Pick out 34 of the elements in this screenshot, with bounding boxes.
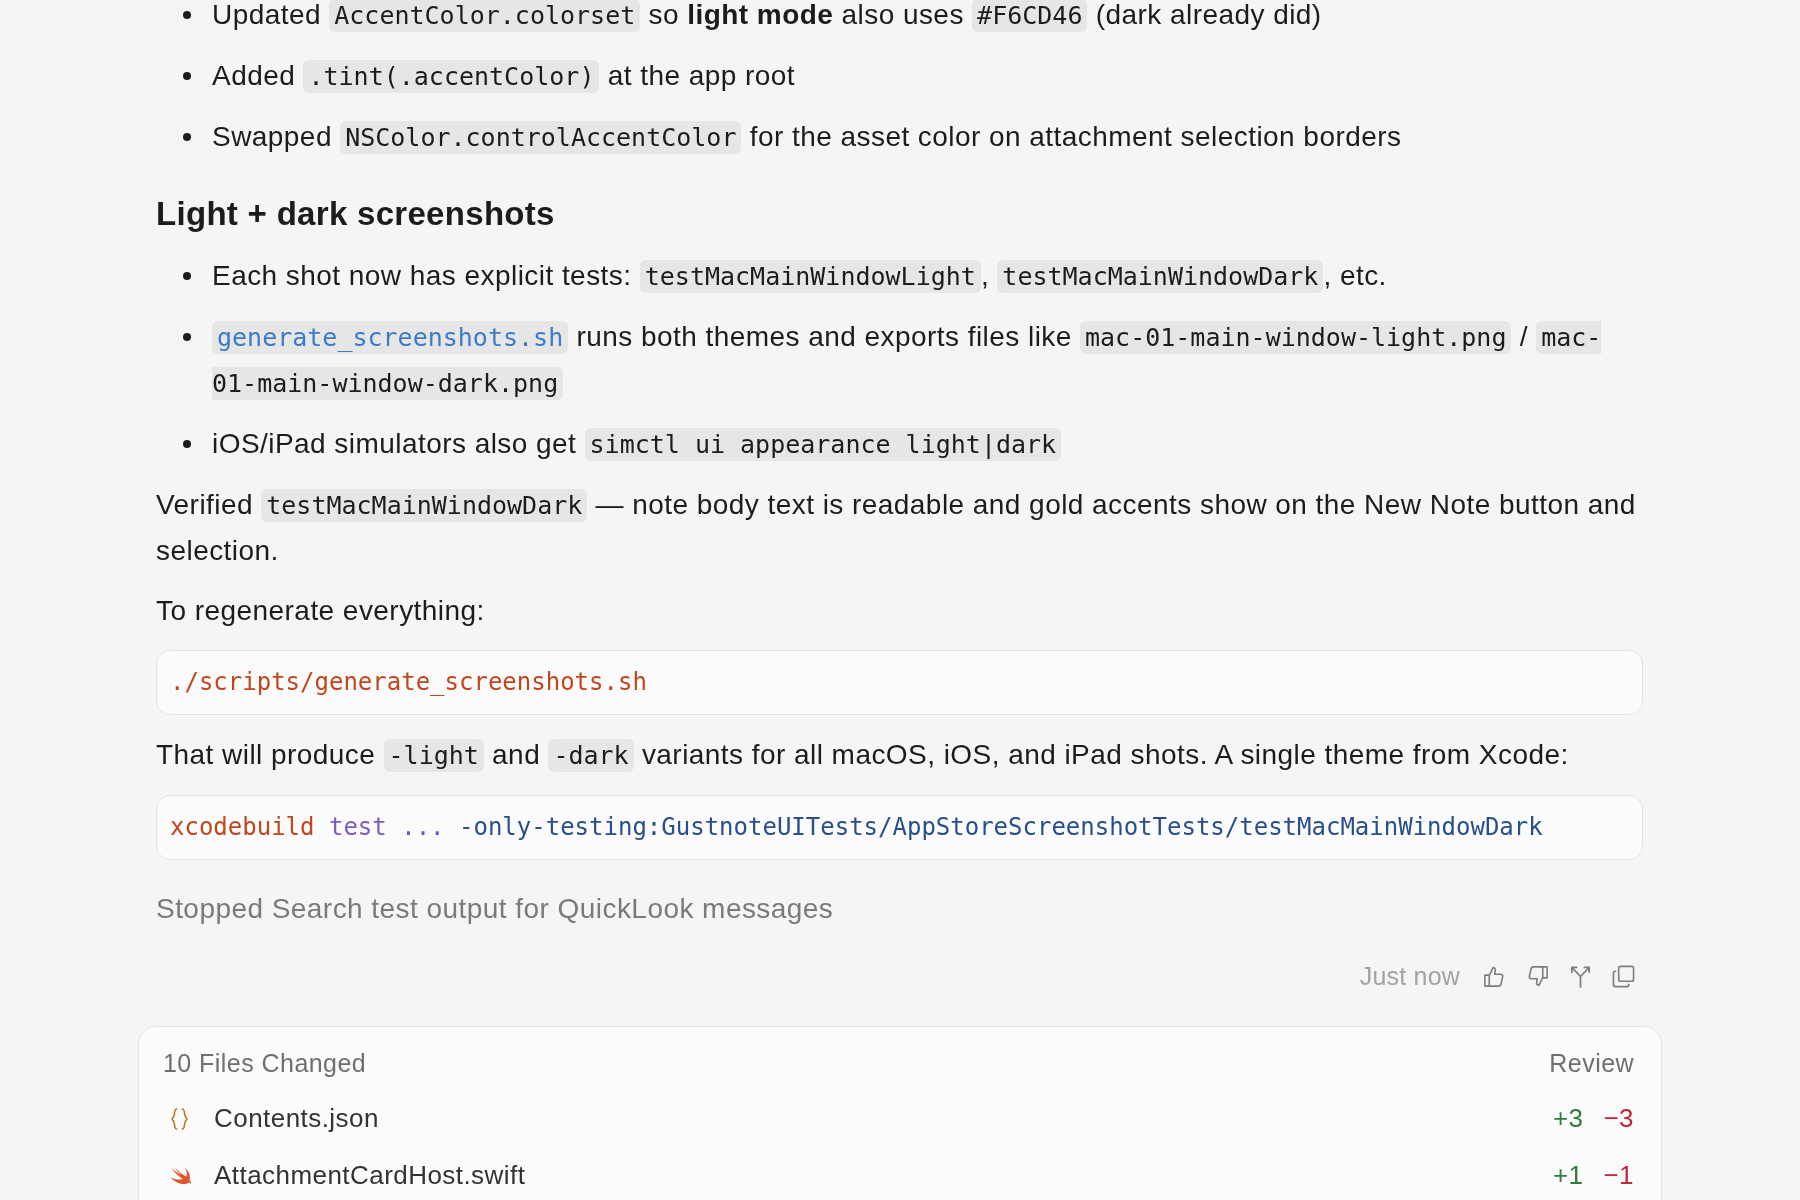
review-link[interactable]: Review — [1549, 1045, 1634, 1080]
bird-icon — [169, 1165, 192, 1186]
removed-lines-count: −3 — [1603, 1103, 1634, 1134]
thumbs-down-icon[interactable] — [1526, 965, 1549, 988]
bullet-icon — [183, 10, 191, 19]
list-item-text: Each shot now has explicit tests: testMacMainWindowLight , testMacMainWindowDark , etc. — [212, 259, 1388, 295]
list-item-text: Swapped NSColor.controlAccentColor for the asset color on attachment selection borders — [212, 120, 1403, 156]
file-name[interactable]: AttachmentCardHost.swift — [214, 1160, 1553, 1191]
removed-lines-count: −1 — [1603, 1160, 1634, 1191]
paragraph-text: Verified testMacMainWindowDark — note body text is readable and gold accents show on the New Note button and selection. — [156, 488, 1637, 568]
paragraph-text: That will produce -light and -dark variants for all macOS, iOS, and iPad shots. A single theme from Xcode: — [156, 737, 1570, 774]
section-heading: Light + dark screenshots — [156, 194, 556, 234]
curly-braces-icon — [171, 1107, 188, 1130]
branch-icon[interactable] — [1569, 965, 1592, 988]
timestamp-text: Just now — [1359, 962, 1460, 991]
code-text: xcodebuild test ... -only-testing:GustnoteUITests/AppStoreScreenshotTests/testMacMainWindowDark — [170, 811, 1544, 843]
bullet-icon — [183, 132, 191, 141]
bullet-icon — [183, 332, 191, 341]
file-name[interactable]: Contents.json — [214, 1103, 1553, 1134]
added-lines-count: +3 — [1552, 1103, 1584, 1134]
code-text: ./scripts/generate_screenshots.sh — [170, 667, 648, 698]
paragraph-text: To regenerate everything: — [156, 594, 486, 628]
copy-icon[interactable] — [1612, 965, 1635, 988]
status-text: Stopped Search test output for QuickLook messages — [156, 892, 835, 926]
bullet-icon — [183, 271, 191, 280]
list-item-text: iOS/iPad simulators also get simctl ui appearance light|dark — [212, 421, 1643, 467]
thumbs-up-icon[interactable] — [1483, 965, 1506, 988]
list-item-text: Added .tint(.accentColor) at the app root — [212, 59, 796, 95]
bullet-icon — [183, 439, 191, 448]
files-changed-title: 10 Files Changed — [163, 1047, 367, 1079]
list-item-text: generate_screenshots.sh runs both themes and exports files like mac-01-main-window-light.png / mac-01-main-window-dark.png — [212, 320, 1603, 402]
list-item-text: Updated AccentColor.colorset so light mode also uses #F6CD46 (dark already did) — [212, 0, 1323, 34]
added-lines-count: +1 — [1552, 1160, 1584, 1191]
bullet-icon — [183, 71, 191, 80]
